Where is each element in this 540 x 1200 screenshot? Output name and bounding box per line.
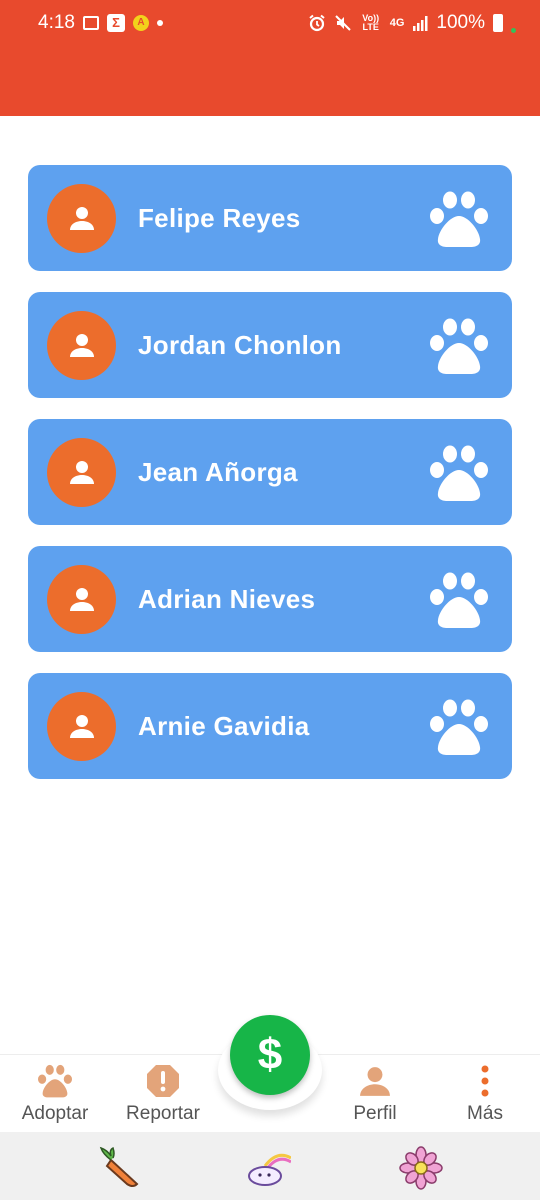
paw-icon[interactable] [429,317,489,375]
person-icon [69,714,94,738]
nav-label: Perfil [353,1103,397,1124]
contact-list: Felipe Reyes Jordan Chonlon Jean Añorga … [28,165,512,800]
nav-mas[interactable]: Más [435,1063,535,1125]
person-icon [69,333,94,357]
gallery-icon [82,16,99,30]
contact-name: Jordan Chonlon [138,329,342,360]
person-icon [360,1067,390,1096]
signal-icon [412,15,428,31]
sigma-icon: Σ [106,14,125,32]
carrot-sticker-icon[interactable] [97,1146,141,1190]
avatar [47,184,116,253]
contact-card[interactable]: Arnie Gavidia [28,673,512,779]
status-time: 4:18 [38,12,75,33]
alarm-icon [308,14,326,32]
contact-card[interactable]: Jean Añorga [28,419,512,525]
contact-name: Adrian Nieves [138,583,316,614]
alert-octagon-icon [147,1065,179,1097]
contact-name: Arnie Gavidia [138,710,310,741]
avatar [47,311,116,380]
paw-icon[interactable] [429,698,489,756]
contact-name: Jean Añorga [138,456,298,487]
person-icon [69,587,94,611]
status-bar: 4:18 Σ A Vo)) LTE 4G 100% [38,10,516,36]
app-header: 4:18 Σ A Vo)) LTE 4G 100% [0,0,540,116]
cloud-rainbow-sticker-icon[interactable] [247,1146,291,1190]
nav-label: Reportar [126,1103,200,1124]
contact-name: Felipe Reyes [138,202,301,233]
donate-button[interactable]: $ [230,1015,310,1095]
avatar [47,438,116,507]
more-vertical-icon [481,1065,489,1097]
status-left: 4:18 Σ A [38,12,163,34]
network-4g-icon: 4G [389,16,405,29]
avatar [47,692,116,761]
flower-sticker-icon[interactable] [399,1146,443,1190]
person-icon [69,206,94,230]
paw-icon [38,1064,72,1098]
nav-reportar[interactable]: Reportar [113,1063,213,1125]
battery-percent: 100% [436,12,485,33]
battery-icon [493,14,503,32]
sticker-tray [0,1132,540,1200]
nav-label: Más [467,1103,503,1124]
person-icon [69,460,94,484]
paw-icon[interactable] [429,190,489,248]
avatar [47,565,116,634]
paw-icon[interactable] [429,571,489,629]
status-right: Vo)) LTE 4G 100% [308,12,516,34]
nav-perfil[interactable]: Perfil [325,1063,425,1125]
volte-icon: Vo)) LTE [362,13,380,32]
notification-dot-icon [156,20,163,26]
nav-adoptar[interactable]: Adoptar [5,1063,105,1125]
nav-label: Adoptar [21,1103,89,1124]
paw-icon[interactable] [429,444,489,502]
charging-dot-icon [511,14,516,33]
warning-icon: A [132,15,149,31]
dollar-icon: $ [257,1030,283,1079]
contact-card[interactable]: Felipe Reyes [28,165,512,271]
contact-card[interactable]: Adrian Nieves [28,546,512,652]
mute-icon [334,14,352,32]
contact-card[interactable]: Jordan Chonlon [28,292,512,398]
